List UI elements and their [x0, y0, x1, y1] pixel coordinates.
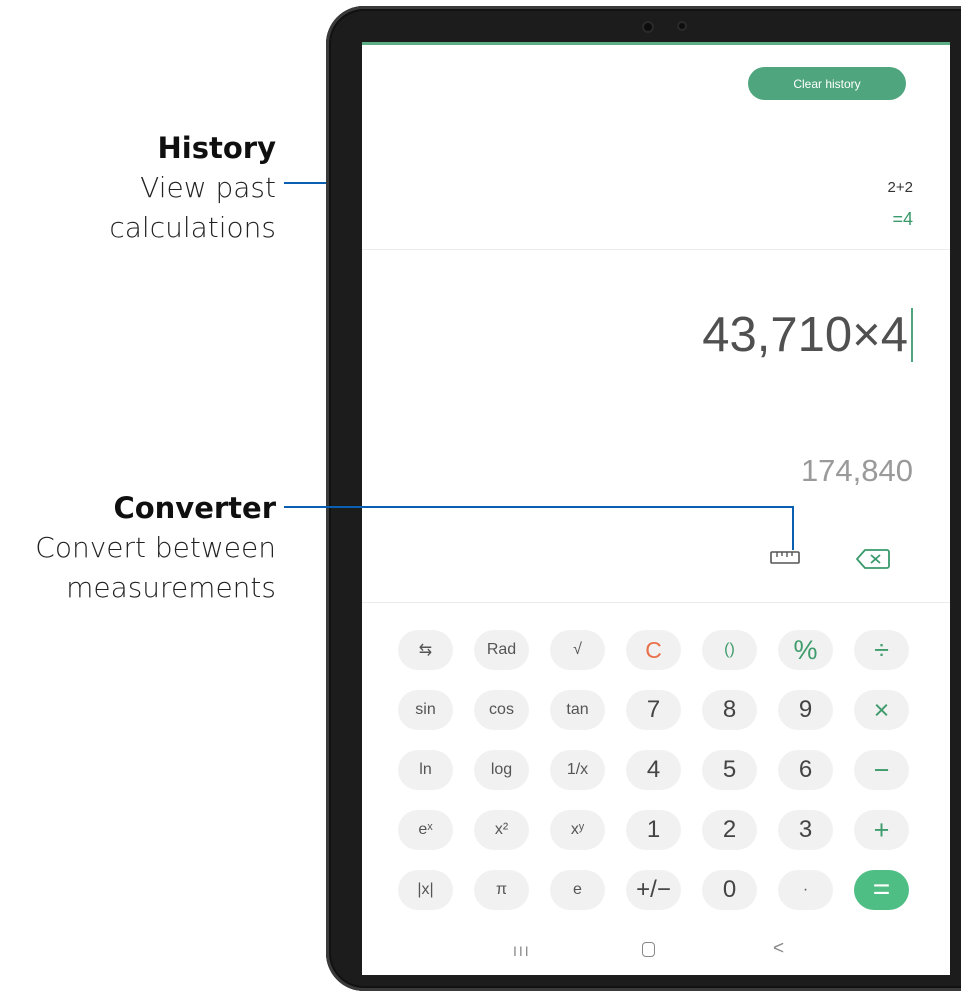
- key-8[interactable]: 8: [702, 690, 757, 730]
- key-2[interactable]: 2: [702, 810, 757, 850]
- key-percent[interactable]: %: [778, 630, 833, 670]
- keypad: ⇆ Rad √ C () % ÷ sin cos tan 7 8 9 × ln …: [398, 630, 909, 910]
- history-callout-title: History: [157, 131, 276, 165]
- result-preview: 174,840: [800, 453, 913, 488]
- expression-display[interactable]: 43,710×4: [702, 307, 913, 363]
- front-camera-icon: [644, 23, 652, 31]
- key-parentheses[interactable]: (): [702, 630, 757, 670]
- key-5[interactable]: 5: [702, 750, 757, 790]
- key-e[interactable]: e: [550, 870, 605, 910]
- key-negate[interactable]: +/−: [626, 870, 681, 910]
- key-tan[interactable]: tan: [550, 690, 605, 730]
- history-result[interactable]: =4: [892, 209, 913, 230]
- key-toggle-layout[interactable]: ⇆: [398, 630, 453, 670]
- home-icon[interactable]: [642, 942, 655, 957]
- key-sin[interactable]: sin: [398, 690, 453, 730]
- key-7[interactable]: 7: [626, 690, 681, 730]
- back-icon[interactable]: <: [773, 938, 784, 960]
- backspace-icon[interactable]: [856, 548, 890, 570]
- navigation-bar: III <: [362, 933, 950, 969]
- key-4[interactable]: 4: [626, 750, 681, 790]
- key-pi[interactable]: π: [474, 870, 529, 910]
- key-ln[interactable]: ln: [398, 750, 453, 790]
- key-log[interactable]: log: [474, 750, 529, 790]
- key-minus[interactable]: −: [854, 750, 909, 790]
- history-callout: History View past calculations: [109, 128, 276, 248]
- sensor-icon: [679, 23, 685, 29]
- converter-callout-desc-1: Convert between: [35, 531, 276, 564]
- converter-callout-title: Converter: [113, 491, 276, 525]
- key-equals[interactable]: =: [854, 870, 909, 910]
- key-rad[interactable]: Rad: [474, 630, 529, 670]
- key-cos[interactable]: cos: [474, 690, 529, 730]
- expression-text: 43,710×4: [702, 308, 908, 362]
- converter-leader-drop: [792, 506, 794, 550]
- key-exp[interactable]: eˣ: [398, 810, 453, 850]
- key-9[interactable]: 9: [778, 690, 833, 730]
- key-square[interactable]: x²: [474, 810, 529, 850]
- converter-leader-line: [284, 506, 794, 508]
- tablet-device: Clear history 2+2 =4 43,710×4 174,840 ⇆ …: [326, 6, 961, 991]
- ruler-icon[interactable]: [770, 549, 800, 565]
- key-abs[interactable]: |x|: [398, 870, 453, 910]
- key-reciprocal[interactable]: 1/x: [550, 750, 605, 790]
- key-3[interactable]: 3: [778, 810, 833, 850]
- key-decimal[interactable]: ·: [778, 870, 833, 910]
- key-plus[interactable]: +: [854, 810, 909, 850]
- key-clear[interactable]: C: [626, 630, 681, 670]
- converter-callout-desc-2: measurements: [66, 571, 276, 604]
- calculator-screen: Clear history 2+2 =4 43,710×4 174,840 ⇆ …: [362, 42, 950, 975]
- key-sqrt[interactable]: √: [550, 630, 605, 670]
- history-expression[interactable]: 2+2: [888, 179, 913, 196]
- history-callout-desc-1: View past: [140, 171, 276, 204]
- clear-history-button[interactable]: Clear history: [748, 67, 906, 100]
- text-cursor: [911, 308, 913, 362]
- history-divider: [362, 249, 950, 250]
- key-0[interactable]: 0: [702, 870, 757, 910]
- recents-icon[interactable]: III: [513, 943, 531, 959]
- key-power[interactable]: xʸ: [550, 810, 605, 850]
- converter-callout: Converter Convert between measurements: [35, 488, 276, 608]
- history-callout-desc-2: calculations: [109, 211, 276, 244]
- keypad-divider: [362, 602, 950, 603]
- key-1[interactable]: 1: [626, 810, 681, 850]
- key-multiply[interactable]: ×: [854, 690, 909, 730]
- key-divide[interactable]: ÷: [854, 630, 909, 670]
- key-6[interactable]: 6: [778, 750, 833, 790]
